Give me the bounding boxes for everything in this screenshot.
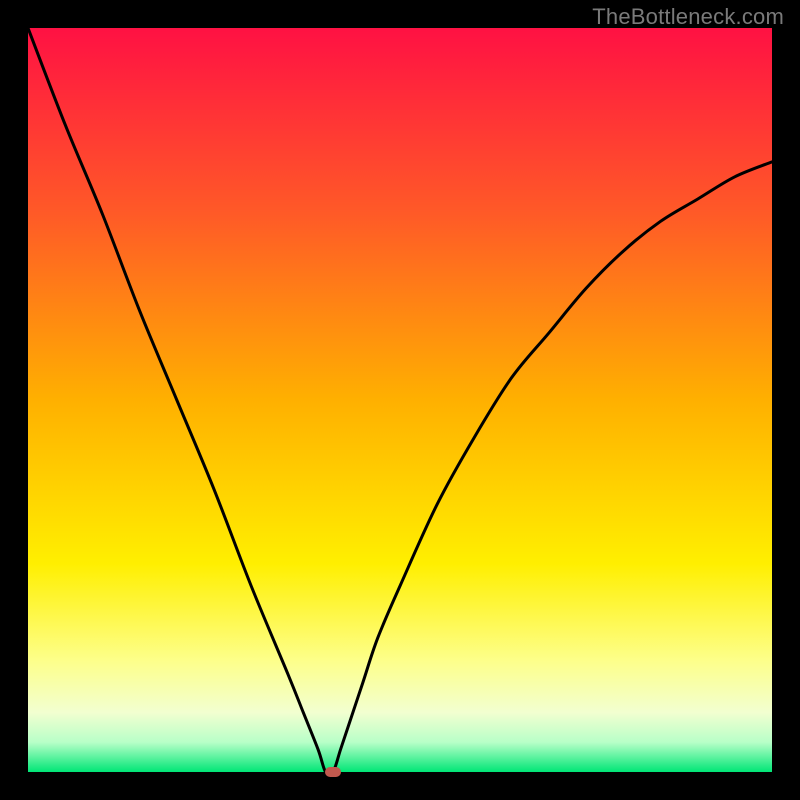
plot-area	[28, 28, 772, 772]
minimum-marker	[325, 767, 341, 777]
chart-svg	[28, 28, 772, 772]
gradient-background	[28, 28, 772, 772]
chart-frame: TheBottleneck.com	[0, 0, 800, 800]
watermark-text: TheBottleneck.com	[592, 4, 784, 30]
